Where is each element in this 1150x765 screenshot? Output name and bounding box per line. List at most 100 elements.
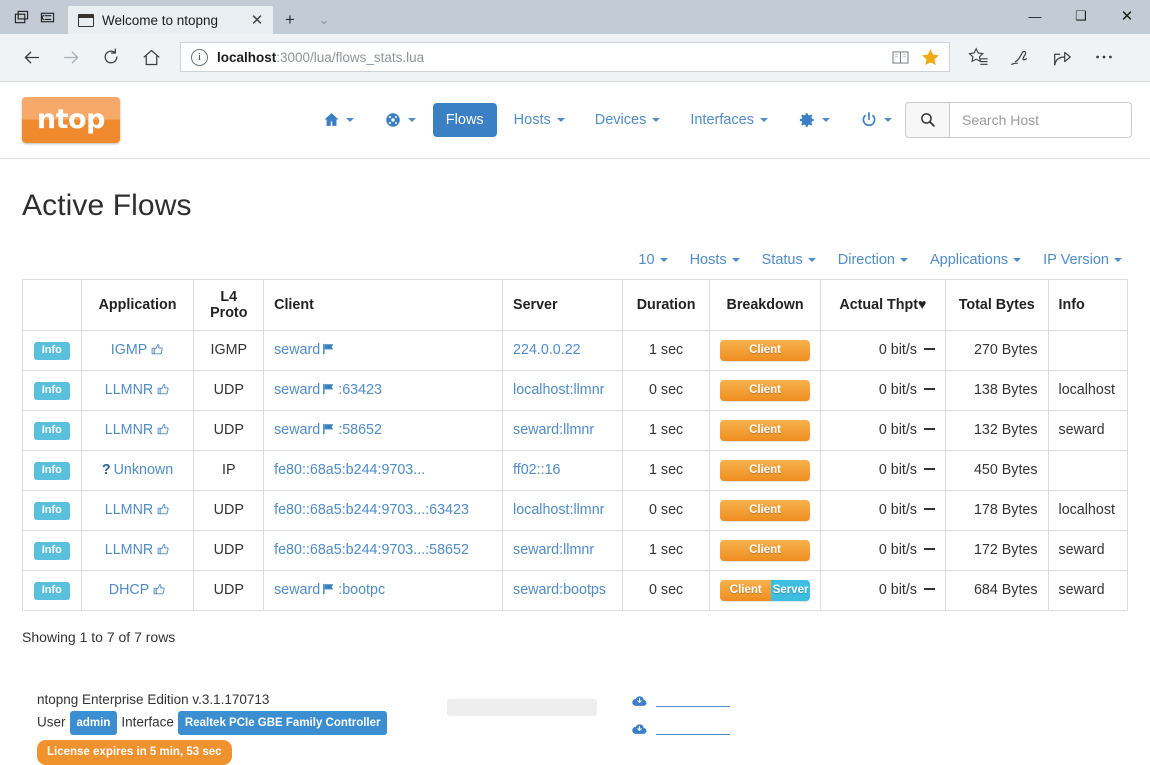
filter-rows-per-page[interactable]: 10: [638, 252, 667, 268]
column-header-server[interactable]: Server: [503, 279, 623, 330]
more-options-icon[interactable]: [1084, 38, 1124, 76]
info-badge[interactable]: Info: [34, 462, 70, 479]
cell-actual-thpt: 0 bit/s: [820, 370, 945, 410]
filter-applications-label: Applications: [930, 252, 1008, 268]
application-link[interactable]: IGMP: [111, 342, 148, 358]
ntop-logo[interactable]: ntop: [22, 97, 120, 143]
column-header-l4-proto[interactable]: L4 Proto: [194, 279, 264, 330]
maximize-button[interactable]: ❑: [1058, 0, 1104, 32]
nav-item-settings[interactable]: [785, 102, 843, 138]
client-link[interactable]: seward: [274, 342, 320, 358]
info-badge[interactable]: Info: [34, 542, 70, 559]
browser-tab[interactable]: Welcome to ntopng ✕: [68, 6, 273, 34]
new-tab-button[interactable]: +: [273, 6, 307, 34]
info-badge[interactable]: Info: [34, 382, 70, 399]
column-header-total-bytes[interactable]: Total Bytes: [946, 279, 1049, 330]
share-icon[interactable]: [1042, 38, 1082, 76]
nav-item-power[interactable]: [847, 102, 905, 138]
column-header-client[interactable]: Client: [264, 279, 503, 330]
address-bar[interactable]: i localhost:3000/lua/flows_stats.lua: [180, 42, 950, 72]
client-port-link[interactable]: :63423: [338, 382, 382, 398]
column-header-breakdown[interactable]: Breakdown: [710, 279, 821, 330]
table-row: InfoDHCPUDPseward:bootpcseward:bootps0 s…: [23, 570, 1128, 610]
application-link[interactable]: LLMNR: [105, 382, 153, 398]
server-link[interactable]: localhost:llmnr: [513, 382, 604, 398]
search-input[interactable]: [949, 102, 1132, 138]
client-link[interactable]: seward: [274, 382, 320, 398]
column-header-actual-thpt[interactable]: Actual Thpt♥: [820, 279, 945, 330]
nav-item-home[interactable]: [310, 102, 367, 137]
column-header-info[interactable]: Info: [1048, 279, 1127, 330]
client-port-link[interactable]: :bootpc: [338, 582, 385, 598]
server-link[interactable]: seward:llmnr: [513, 422, 594, 438]
download-link-row[interactable]: [631, 722, 730, 741]
site-info-icon[interactable]: i: [191, 49, 208, 66]
cell-l4-proto: UDP: [194, 490, 264, 530]
download-link-underline[interactable]: [656, 734, 730, 735]
info-badge[interactable]: Info: [34, 582, 70, 599]
add-to-favorites-icon[interactable]: [958, 38, 998, 76]
client-port-link[interactable]: :58652: [425, 542, 469, 558]
client-port-link[interactable]: :63423: [425, 502, 469, 518]
tab-preview-icon[interactable]: [13, 9, 29, 25]
client-link[interactable]: fe80::68a5:b244:9703...: [274, 502, 425, 518]
info-badge[interactable]: Info: [34, 422, 70, 439]
nav-item-devices[interactable]: Devices: [582, 103, 674, 137]
column-header-application[interactable]: Application: [81, 279, 194, 330]
download-link-row[interactable]: [631, 694, 730, 713]
tab-menu-chevron-down-icon[interactable]: ⌄: [307, 6, 341, 34]
nav-item-flows[interactable]: Flows: [433, 103, 497, 137]
info-badge[interactable]: Info: [34, 502, 70, 519]
filter-applications[interactable]: Applications: [930, 252, 1021, 268]
favorite-star-icon[interactable]: [917, 44, 943, 70]
server-link[interactable]: seward:llmnr: [513, 542, 594, 558]
page-viewport: ntop Flows Hosts: [0, 82, 1150, 765]
client-link[interactable]: fe80::68a5:b244:9703...: [274, 462, 425, 478]
application-link[interactable]: LLMNR: [105, 422, 153, 438]
breakdown-client-segment: Client: [720, 500, 810, 521]
reading-view-icon[interactable]: [887, 44, 913, 70]
server-link[interactable]: localhost:llmnr: [513, 502, 604, 518]
filter-hosts[interactable]: Hosts: [690, 252, 740, 268]
server-link[interactable]: seward:bootps: [513, 582, 606, 598]
nav-item-interfaces[interactable]: Interfaces: [677, 103, 781, 137]
close-window-button[interactable]: ✕: [1104, 0, 1150, 32]
client-port-link[interactable]: :58652: [338, 422, 382, 438]
cell-duration: 0 sec: [623, 370, 710, 410]
license-expiry-badge: License expires in 5 min, 53 sec: [37, 740, 232, 765]
application-link[interactable]: DHCP: [109, 582, 150, 598]
application-link[interactable]: LLMNR: [105, 502, 153, 518]
close-tab-icon[interactable]: ✕: [247, 10, 267, 30]
application-link[interactable]: LLMNR: [105, 542, 153, 558]
flag-icon: [322, 583, 336, 595]
client-link[interactable]: seward: [274, 582, 320, 598]
breakdown-bar: Client: [720, 460, 810, 481]
cell-info-text: localhost: [1048, 370, 1127, 410]
trend-flat-icon: [924, 468, 935, 470]
server-link[interactable]: ff02::16: [513, 462, 560, 478]
info-badge[interactable]: Info: [34, 342, 70, 359]
filter-ip-version[interactable]: IP Version: [1043, 252, 1122, 268]
refresh-button[interactable]: [92, 38, 130, 76]
client-link[interactable]: seward: [274, 422, 320, 438]
back-button[interactable]: [12, 38, 50, 76]
cell-total-bytes: 138 Bytes: [946, 370, 1049, 410]
client-link[interactable]: fe80::68a5:b244:9703...: [274, 542, 425, 558]
server-link[interactable]: 224.0.0.22: [513, 342, 581, 358]
footer-user-interface-line: UseradminInterfaceRealtek PCIe GBE Famil…: [37, 711, 391, 735]
nav-caret-hosts-icon: [557, 118, 565, 122]
nav-item-hosts[interactable]: Hosts: [501, 103, 578, 137]
filter-direction[interactable]: Direction: [838, 252, 908, 268]
download-link-underline[interactable]: [656, 706, 730, 707]
application-link[interactable]: Unknown: [114, 462, 174, 478]
forward-button[interactable]: [52, 38, 90, 76]
cell-breakdown: Client: [710, 530, 821, 570]
web-notes-pen-icon[interactable]: [1000, 38, 1040, 76]
minimize-button[interactable]: —: [1012, 0, 1058, 32]
column-header-duration[interactable]: Duration: [623, 279, 710, 330]
set-tabs-aside-icon[interactable]: [39, 9, 55, 25]
search-button[interactable]: [905, 102, 949, 138]
home-button[interactable]: [132, 38, 170, 76]
nav-item-dashboard[interactable]: [371, 102, 429, 138]
filter-status[interactable]: Status: [762, 252, 816, 268]
